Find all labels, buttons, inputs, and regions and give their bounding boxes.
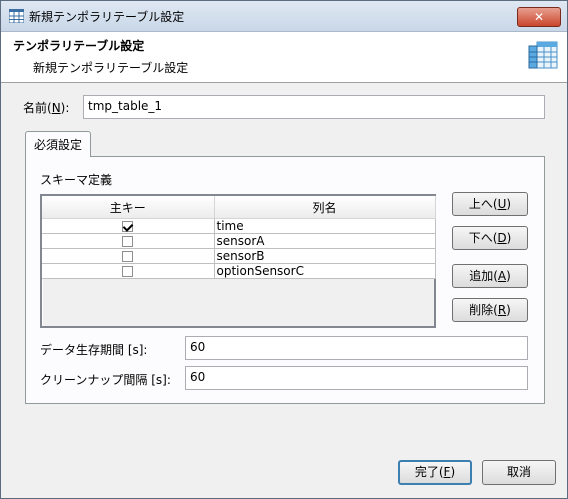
table-row[interactable]: optionSensorC: [42, 263, 436, 279]
cleanup-input[interactable]: 60: [185, 366, 528, 390]
finish-prefix: 完了(: [414, 465, 444, 479]
cancel-button[interactable]: 取消: [482, 460, 556, 485]
move-up-suffix: ): [506, 197, 512, 211]
add-button[interactable]: 追加(A): [452, 264, 528, 288]
move-down-key: D: [497, 231, 507, 245]
primary-key-checkbox[interactable]: [122, 221, 134, 232]
primary-key-checkbox[interactable]: [122, 236, 134, 247]
header-title: テンポラリテーブル設定: [13, 39, 145, 53]
primary-key-checkbox[interactable]: [122, 251, 134, 262]
dialog-header: テンポラリテーブル設定 新規テンポラリテーブル設定: [1, 32, 567, 83]
table-row[interactable]: sensorA: [42, 233, 436, 249]
column-name-cell[interactable]: sensorA: [214, 233, 436, 249]
title-bar[interactable]: 新規テンポラリテーブル設定 ✕: [1, 1, 567, 32]
retention-input[interactable]: 60: [185, 336, 528, 360]
column-header-column-name[interactable]: 列名: [214, 196, 436, 219]
name-input[interactable]: tmp_table_1: [83, 95, 545, 119]
tab-required-settings[interactable]: 必須設定: [25, 131, 91, 157]
name-label-key: N: [51, 101, 61, 115]
primary-key-checkbox[interactable]: [122, 266, 134, 277]
table-row[interactable]: sensorB: [42, 248, 436, 264]
schema-grid[interactable]: 主キー 列名 time sensorA sensorB optionSensor…: [40, 194, 436, 328]
add-suffix: ): [506, 269, 511, 283]
primary-key-cell[interactable]: [42, 248, 215, 264]
schema-label: スキーマ定義: [40, 173, 113, 187]
move-down-button[interactable]: 下へ(D): [452, 226, 528, 250]
move-up-prefix: 上へ(: [468, 197, 498, 211]
name-label-suffix: ):: [60, 101, 70, 115]
add-prefix: 追加(: [469, 269, 498, 283]
cleanup-label: クリーンナップ間隔 [s]:: [40, 373, 171, 387]
column-name-cell[interactable]: time: [214, 218, 436, 234]
delete-suffix: ): [506, 303, 511, 317]
name-label-prefix: 名前(: [23, 101, 52, 115]
dialog-window: 新規テンポラリテーブル設定 ✕ テンポラリテーブル設定 新規テンポラリテーブル設…: [0, 0, 568, 499]
window-title: 新規テンポラリテーブル設定: [29, 10, 185, 24]
primary-key-cell[interactable]: [42, 218, 215, 234]
delete-button[interactable]: 削除(R): [452, 298, 528, 322]
name-label: 名前(N):: [23, 99, 69, 116]
table-row[interactable]: time: [42, 218, 436, 234]
header-subtitle: 新規テンポラリテーブル設定: [33, 61, 189, 75]
table-icon: [9, 9, 24, 23]
primary-key-cell[interactable]: [42, 233, 215, 249]
primary-key-cell[interactable]: [42, 263, 215, 279]
column-name-cell[interactable]: sensorB: [214, 248, 436, 264]
column-header-primary-key[interactable]: 主キー: [42, 196, 215, 219]
finish-button[interactable]: 完了(F): [398, 460, 472, 485]
move-up-button[interactable]: 上へ(U): [452, 192, 528, 216]
move-down-suffix: ): [506, 231, 512, 245]
finish-suffix: ): [450, 465, 456, 479]
delete-prefix: 削除(: [469, 303, 498, 317]
move-down-prefix: 下へ(: [468, 231, 498, 245]
column-name-cell[interactable]: optionSensorC: [214, 263, 436, 279]
delete-key: R: [497, 303, 507, 317]
add-key: A: [497, 269, 507, 283]
retention-label: データ生存期間 [s]:: [40, 343, 148, 357]
close-button[interactable]: ✕: [517, 7, 561, 27]
table-settings-icon: [528, 41, 558, 69]
